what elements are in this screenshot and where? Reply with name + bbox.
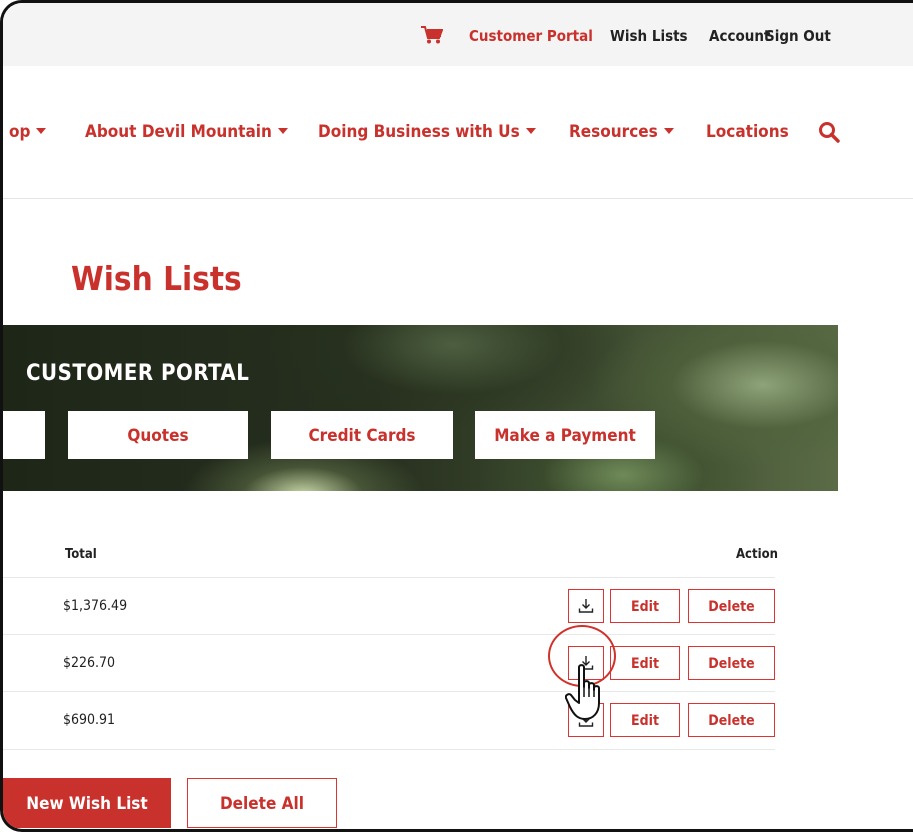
hand-cursor-icon [565, 664, 600, 720]
nav-shop-label: op [9, 122, 31, 142]
column-header-total: Total [65, 547, 97, 562]
download-button[interactable] [568, 589, 604, 623]
chevron-down-icon [277, 128, 288, 134]
nav-about-label: About Devil Mountain [85, 122, 272, 142]
table-row: $226.70 Edit Delete [3, 634, 775, 692]
chevron-down-icon [36, 128, 47, 134]
delete-button[interactable]: Delete [688, 646, 775, 680]
chevron-down-icon [525, 128, 536, 134]
edit-button[interactable]: Edit [610, 646, 680, 680]
delete-all-button[interactable]: Delete All [187, 778, 337, 828]
row-total: $1,376.49 [63, 598, 128, 614]
quotes-button[interactable]: Quotes [68, 411, 248, 459]
edit-button[interactable]: Edit [610, 703, 680, 737]
row-total: $690.91 [63, 712, 116, 728]
nav-shop[interactable]: op [9, 122, 47, 142]
credit-cards-button[interactable]: Credit Cards [271, 411, 453, 459]
sign-out-link[interactable]: Sign Out [765, 27, 831, 45]
table-row: $690.91 Edit Delete [3, 691, 775, 750]
edit-button[interactable]: Edit [610, 589, 680, 623]
nav-doing-business-label: Doing Business with Us [318, 122, 520, 142]
wish-lists-link[interactable]: Wish Lists [610, 27, 688, 45]
nav-resources[interactable]: Resources [569, 122, 674, 142]
banner-title: CUSTOMER PORTAL [26, 361, 250, 386]
page-title: Wish Lists [71, 259, 242, 298]
table-row: $1,376.49 Edit Delete [3, 577, 775, 635]
portal-button-partial[interactable] [3, 411, 45, 459]
row-total: $226.70 [63, 655, 116, 671]
customer-portal-link[interactable]: Customer Portal [469, 27, 593, 45]
new-wish-list-button[interactable]: New Wish List [3, 778, 171, 828]
chevron-down-icon [663, 128, 674, 134]
customer-portal-banner: CUSTOMER PORTAL Quotes Credit Cards Make… [3, 325, 838, 491]
browser-frame: Customer Portal Wish Lists Account Sign … [0, 0, 913, 832]
nav-locations[interactable]: Locations [706, 122, 789, 142]
nav-about[interactable]: About Devil Mountain [85, 122, 288, 142]
make-payment-button[interactable]: Make a Payment [475, 411, 655, 459]
utility-bar: Customer Portal Wish Lists Account Sign … [3, 3, 913, 66]
nav-resources-label: Resources [569, 122, 658, 142]
search-icon[interactable] [818, 121, 840, 143]
cart-icon[interactable] [421, 26, 443, 44]
delete-button[interactable]: Delete [688, 589, 775, 623]
column-header-action: Action [736, 547, 778, 562]
download-icon [578, 599, 594, 613]
account-link[interactable]: Account [709, 27, 770, 45]
nav-doing-business[interactable]: Doing Business with Us [318, 122, 536, 142]
delete-button[interactable]: Delete [688, 703, 775, 737]
main-nav: op About Devil Mountain Doing Business w… [3, 66, 913, 199]
